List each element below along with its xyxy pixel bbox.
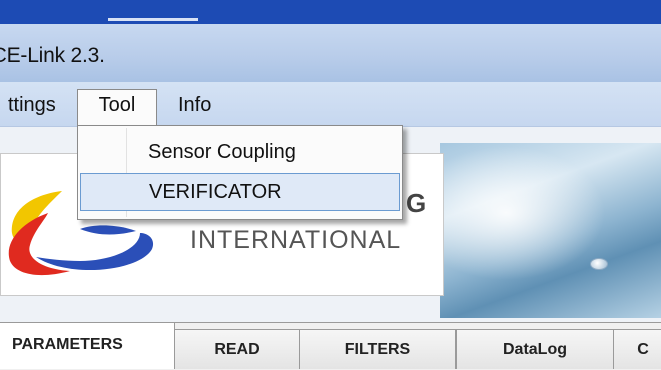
taskbar-active-indicator	[108, 18, 198, 21]
tab-more[interactable]: C	[613, 329, 661, 369]
menubar: ttings Tool Info	[0, 82, 661, 127]
water-drop	[590, 258, 608, 270]
logo-text: INTERNATIONAL	[190, 226, 402, 254]
menu-info[interactable]: Info	[168, 90, 221, 120]
taskbar-strip	[0, 0, 661, 24]
tab-read[interactable]: READ	[174, 329, 300, 369]
tab-datalog[interactable]: DataLog	[456, 329, 614, 369]
tab-parameters[interactable]: PARAMETERS	[0, 322, 175, 369]
tool-dropdown-menu: Sensor Coupling VERIFICATOR	[77, 125, 403, 220]
tab-filters[interactable]: FILTERS	[299, 329, 456, 369]
menu-settings[interactable]: ttings	[0, 90, 66, 120]
window-title: ICE-Link 2.3.	[0, 44, 105, 67]
logo-partial-letter: G	[406, 188, 427, 218]
menu-item-sensor-coupling[interactable]: Sensor Coupling	[80, 133, 400, 171]
water-banner-image	[440, 143, 661, 318]
menu-item-verificator[interactable]: VERIFICATOR	[80, 173, 400, 211]
menu-tool[interactable]: Tool	[77, 89, 157, 126]
window-titlebar: ICE-Link 2.3.	[0, 24, 661, 82]
